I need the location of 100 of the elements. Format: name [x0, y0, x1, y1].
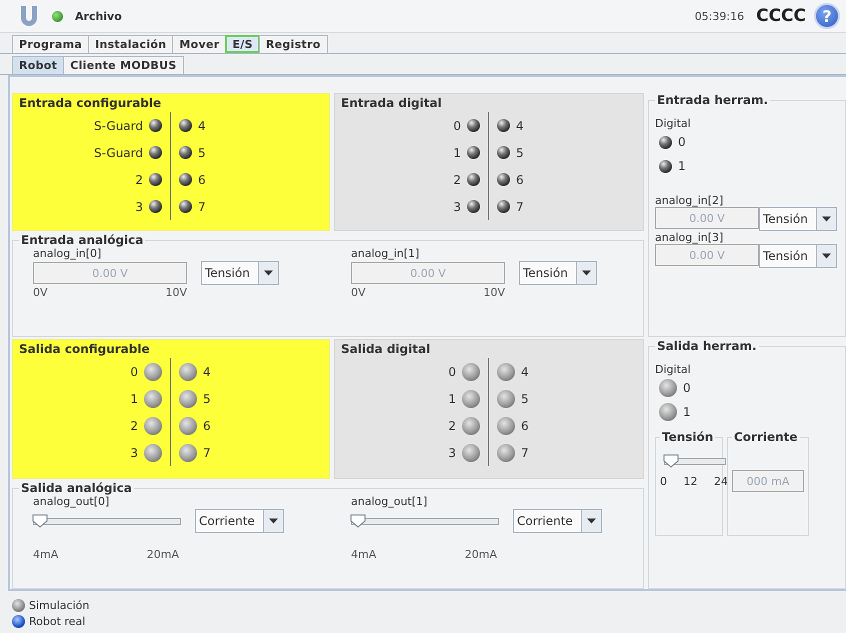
io-label: 3 [130, 446, 138, 460]
range-min: 4mA [33, 548, 58, 561]
subtab[interactable]: Robot [12, 56, 64, 74]
io-label: 1 [130, 392, 138, 406]
group-title: Entrada configurable [19, 96, 162, 110]
led-button[interactable] [659, 379, 677, 397]
tab[interactable]: E/S [225, 35, 260, 53]
io-label: 7 [516, 200, 524, 214]
digital-label: Digital [655, 117, 692, 130]
mode-dropdown[interactable]: Corriente [513, 509, 602, 533]
led-button[interactable] [497, 362, 515, 380]
group-title: Entrada digital [341, 96, 442, 110]
digital-label: Digital [655, 363, 692, 376]
io-label: 5 [521, 392, 529, 406]
io-label: 2 [130, 418, 138, 432]
led-button[interactable] [179, 362, 197, 380]
mode-radio[interactable] [12, 598, 25, 612]
io-label: 6 [521, 418, 529, 432]
io-label: 7 [521, 446, 529, 460]
io-label: 4 [203, 364, 211, 378]
mode-label: Robot real [29, 614, 86, 628]
led-button[interactable] [497, 390, 515, 408]
io-label: 3 [135, 200, 143, 214]
io-label: 0 [453, 118, 461, 132]
io-label: 2 [135, 172, 143, 186]
range-max: 10V [483, 286, 505, 299]
io-label: 5 [198, 146, 206, 160]
slider-thumb[interactable] [32, 514, 48, 528]
io-label: 0 [130, 364, 138, 378]
io-label: 4 [198, 118, 206, 132]
led-button[interactable] [462, 416, 480, 434]
group-title: Salida configurable [19, 342, 150, 356]
tab[interactable]: Mover [172, 35, 226, 53]
channel-label: analog_in[2] [655, 194, 724, 207]
mode-dropdown[interactable]: Tensión [759, 207, 837, 231]
io-label: 7 [203, 446, 211, 460]
range-max: 20mA [464, 548, 497, 561]
value-field: 0.00 V [351, 262, 505, 284]
slider-thumb[interactable] [663, 454, 679, 468]
group-title: Entrada herram. [656, 93, 770, 107]
led-button[interactable] [179, 390, 197, 408]
io-label: S-Guard [94, 146, 143, 160]
io-label: 0 [683, 381, 691, 395]
mode-dropdown[interactable]: Corriente [195, 509, 284, 533]
tab[interactable]: Instalación [88, 35, 174, 53]
tick-label: 24 [714, 475, 728, 488]
channel-label: analog_in[3] [655, 231, 724, 244]
clock-time: 05:39:16 [694, 10, 744, 22]
mode-label: Simulación [29, 598, 90, 612]
range-min: 0V [351, 286, 366, 299]
io-label: 3 [453, 200, 461, 214]
mode-dropdown[interactable]: Tensión [519, 261, 597, 285]
range-max: 20mA [146, 548, 179, 561]
io-label: 2 [453, 172, 461, 186]
mode-radio[interactable] [12, 614, 25, 628]
io-label: 6 [516, 172, 524, 186]
tab[interactable]: Programa [12, 35, 90, 53]
led-button[interactable] [659, 403, 677, 421]
channel-label: analog_in[0] [33, 247, 102, 260]
group-title: Corriente [733, 430, 799, 444]
range-min: 4mA [351, 548, 376, 561]
logo-icon [20, 5, 38, 27]
led-button[interactable] [462, 444, 480, 462]
led-button[interactable] [497, 416, 515, 434]
caret-icon [816, 245, 836, 267]
led-button[interactable] [144, 416, 162, 434]
led-button[interactable] [179, 444, 197, 462]
led-button[interactable] [462, 362, 480, 380]
group-title: Salida digital [341, 342, 430, 356]
led-button[interactable] [144, 362, 162, 380]
led-button[interactable] [144, 444, 162, 462]
subtab[interactable]: Cliente MODBUS [63, 56, 184, 74]
menu-title[interactable]: Archivo [75, 10, 122, 22]
channel-label: analog_out[1] [351, 495, 428, 508]
mode-dropdown[interactable]: Tensión [201, 261, 279, 285]
io-label: 7 [198, 200, 206, 214]
mode-dropdown[interactable]: Tensión [759, 244, 837, 268]
io-label: 1 [678, 159, 686, 173]
io-label: 4 [516, 118, 524, 132]
slider-thumb[interactable] [350, 514, 366, 528]
io-label: 3 [448, 446, 456, 460]
led-button[interactable] [144, 390, 162, 408]
caret-icon [258, 262, 278, 284]
led-button[interactable] [179, 416, 197, 434]
group-title: Entrada analógica [20, 233, 144, 247]
led-button[interactable] [462, 390, 480, 408]
io-label: 1 [453, 146, 461, 160]
tab[interactable]: Registro [258, 35, 328, 53]
caret-icon [580, 510, 601, 532]
io-label: 0 [448, 364, 456, 378]
io-label: 2 [448, 418, 456, 432]
caret-icon [576, 262, 596, 284]
led-button[interactable] [497, 444, 515, 462]
channel-label: analog_in[1] [351, 247, 420, 260]
io-label: 1 [683, 405, 691, 419]
io-label: 6 [203, 418, 211, 432]
group-title: Salida herram. [656, 339, 758, 353]
tick-label: 0 [660, 475, 667, 488]
value-field: 0.00 V [655, 207, 759, 229]
tick-label: 12 [684, 475, 698, 488]
